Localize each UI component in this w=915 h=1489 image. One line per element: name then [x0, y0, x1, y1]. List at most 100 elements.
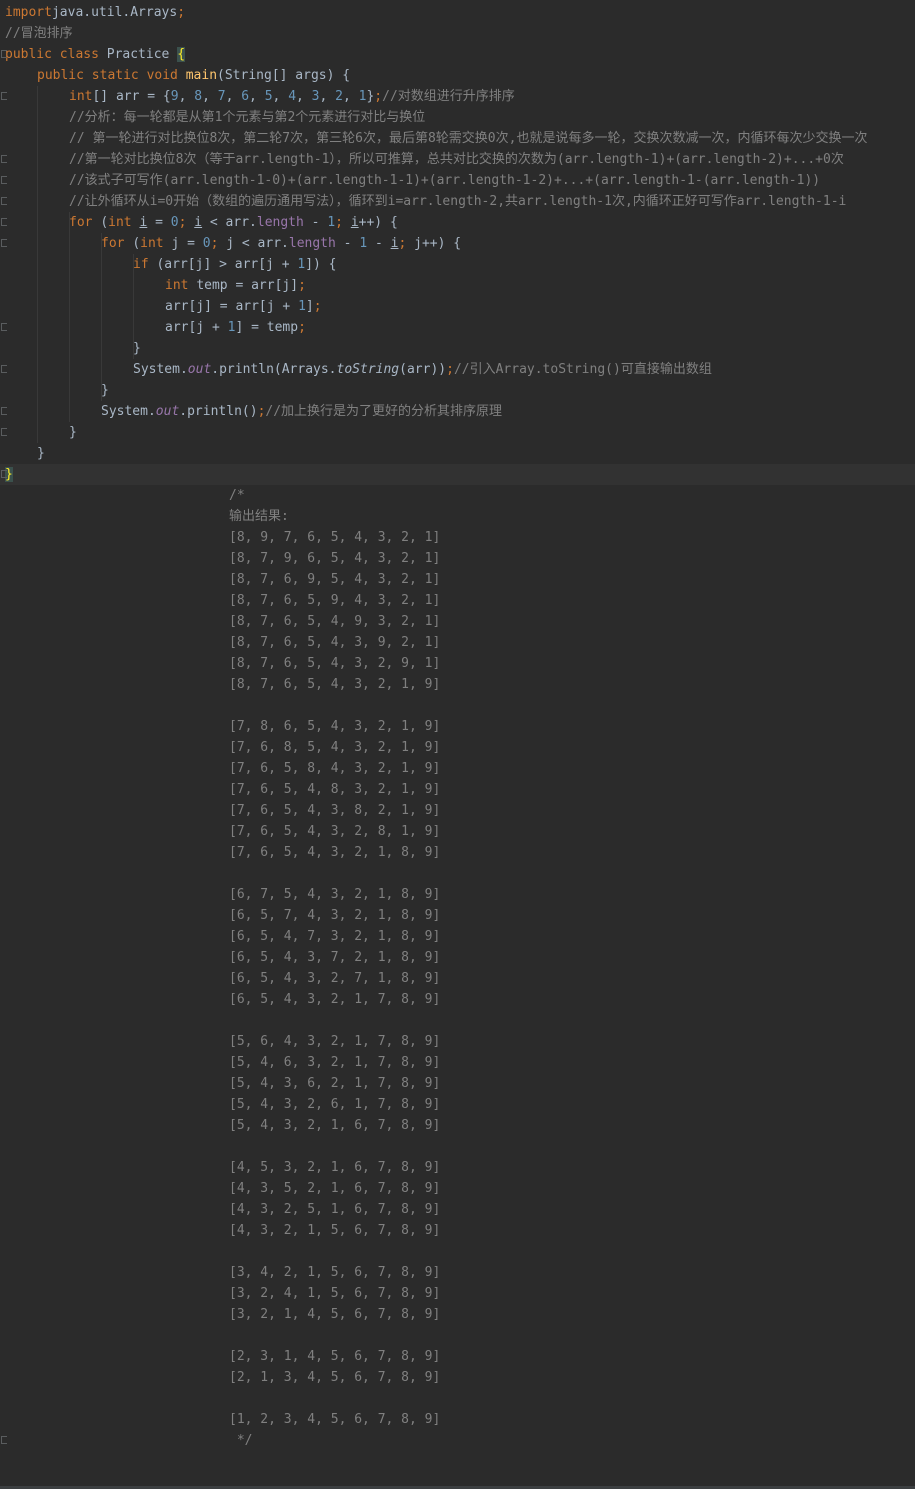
code-line[interactable]: //第一轮对比换位8次（等于arr.length-1），所以可推算，总共对比交换…	[0, 149, 915, 170]
code-line[interactable]: public static void main(String[] args) {	[0, 65, 915, 86]
fold-marker-icon[interactable]	[1, 50, 7, 58]
code-editor[interactable]: importjava.util.Arrays; //冒泡排序 public clas…	[0, 0, 915, 1489]
code-line[interactable]: for (int i = 0; i < arr.length - 1; i++)…	[0, 212, 915, 233]
code-line[interactable]: [8, 7, 9, 6, 5, 4, 3, 2, 1]	[0, 548, 915, 569]
code-line[interactable]: [4, 3, 2, 1, 5, 6, 7, 8, 9]	[0, 1220, 915, 1241]
code-line[interactable]: [5, 4, 3, 2, 6, 1, 7, 8, 9]	[0, 1094, 915, 1115]
code-line[interactable]: [3, 2, 1, 4, 5, 6, 7, 8, 9]	[0, 1304, 915, 1325]
code-line[interactable]: System.out.println();//加上换行是为了更好的分析其排序原理	[0, 401, 915, 422]
code-token: System.	[133, 362, 188, 377]
code-line[interactable]: }	[0, 464, 915, 485]
code-line[interactable]: [5, 4, 3, 2, 1, 6, 7, 8, 9]	[0, 1115, 915, 1136]
code-line[interactable]: [6, 5, 4, 3, 2, 1, 7, 8, 9]	[0, 989, 915, 1010]
output-row: [6, 5, 7, 4, 3, 2, 1, 8, 9]	[229, 908, 441, 923]
fold-marker-icon[interactable]	[1, 155, 7, 163]
code-line[interactable]: public class Practice {	[0, 44, 915, 65]
code-line[interactable]: // 第一轮进行对比换位8次，第二轮7次，第三轮6次，最后第8轮需交换0次,也就…	[0, 128, 915, 149]
code-line[interactable]: arr[j] = arr[j + 1];	[0, 296, 915, 317]
code-line[interactable]: [2, 1, 3, 4, 5, 6, 7, 8, 9]	[0, 1367, 915, 1388]
code-line[interactable]	[0, 1388, 915, 1409]
code-line[interactable]: 输出结果:	[0, 506, 915, 527]
code-line[interactable]: [7, 6, 5, 4, 8, 3, 2, 1, 9]	[0, 779, 915, 800]
code-line[interactable]: [4, 3, 2, 5, 1, 6, 7, 8, 9]	[0, 1199, 915, 1220]
code-token: {	[177, 47, 186, 62]
code-line[interactable]: [8, 7, 6, 5, 4, 3, 2, 9, 1]	[0, 653, 915, 674]
code-line[interactable]: [6, 5, 7, 4, 3, 2, 1, 8, 9]	[0, 905, 915, 926]
code-line[interactable]: /*	[0, 485, 915, 506]
code-line[interactable]: */	[0, 1430, 915, 1451]
code-line[interactable]: [8, 7, 6, 5, 4, 3, 9, 2, 1]	[0, 632, 915, 653]
code-line[interactable]: [5, 6, 4, 3, 2, 1, 7, 8, 9]	[0, 1031, 915, 1052]
code-line[interactable]: //该式子可写作(arr.length-1-0)+(arr.length-1-1…	[0, 170, 915, 191]
code-token: -	[374, 236, 391, 251]
code-line[interactable]: [2, 3, 1, 4, 5, 6, 7, 8, 9]	[0, 1346, 915, 1367]
code-line[interactable]: int[] arr = {9, 8, 7, 6, 5, 4, 3, 2, 1};…	[0, 86, 915, 107]
code-token: (arr))	[399, 362, 447, 377]
code-line[interactable]: if (arr[j] > arr[j + 1]) {	[0, 254, 915, 275]
output-row: [6, 5, 4, 3, 7, 2, 1, 8, 9]	[229, 950, 441, 965]
fold-marker-icon[interactable]	[1, 239, 7, 247]
fold-marker-icon[interactable]	[1, 92, 7, 100]
code-line[interactable]: }	[0, 380, 915, 401]
code-line[interactable]: System.out.println(Arrays.toString(arr))…	[0, 359, 915, 380]
fold-marker-icon[interactable]	[1, 218, 7, 226]
code-line[interactable]: [6, 7, 5, 4, 3, 2, 1, 8, 9]	[0, 884, 915, 905]
code-line[interactable]: [7, 6, 5, 8, 4, 3, 2, 1, 9]	[0, 758, 915, 779]
code-line[interactable]: }	[0, 422, 915, 443]
code-token: 4	[288, 89, 297, 104]
code-line[interactable]: int temp = arr[j];	[0, 275, 915, 296]
code-line[interactable]: [6, 5, 4, 3, 7, 2, 1, 8, 9]	[0, 947, 915, 968]
code-line[interactable]: [5, 4, 3, 6, 2, 1, 7, 8, 9]	[0, 1073, 915, 1094]
code-line[interactable]	[0, 695, 915, 716]
code-line[interactable]: [8, 7, 6, 5, 4, 3, 2, 1, 9]	[0, 674, 915, 695]
code-line[interactable]: [7, 6, 8, 5, 4, 3, 2, 1, 9]	[0, 737, 915, 758]
code-token: ;	[374, 89, 383, 104]
code-line[interactable]	[0, 1010, 915, 1031]
code-line[interactable]: [8, 7, 6, 5, 9, 4, 3, 2, 1]	[0, 590, 915, 611]
code-token: ,	[249, 89, 265, 104]
code-line[interactable]: }	[0, 338, 915, 359]
code-line[interactable]: [7, 6, 5, 4, 3, 8, 2, 1, 9]	[0, 800, 915, 821]
code-line[interactable]: [6, 5, 4, 7, 3, 2, 1, 8, 9]	[0, 926, 915, 947]
code-line[interactable]	[0, 863, 915, 884]
code-line[interactable]: [7, 8, 6, 5, 4, 3, 2, 1, 9]	[0, 716, 915, 737]
output-row: [8, 7, 6, 5, 4, 3, 2, 1, 9]	[229, 677, 441, 692]
fold-marker-icon[interactable]	[1, 428, 7, 436]
code-line[interactable]: [7, 6, 5, 4, 3, 2, 1, 8, 9]	[0, 842, 915, 863]
code-line[interactable]: [6, 5, 4, 3, 2, 7, 1, 8, 9]	[0, 968, 915, 989]
code-line[interactable]: //让外循环从i=0开始（数组的遍历通用写法），循环到i=arr.length-…	[0, 191, 915, 212]
code-token: ;	[313, 299, 322, 314]
code-line[interactable]: arr[j + 1] = temp;	[0, 317, 915, 338]
code-line[interactable]: }	[0, 443, 915, 464]
code-line[interactable]: [8, 7, 6, 5, 4, 9, 3, 2, 1]	[0, 611, 915, 632]
code-line[interactable]: [8, 7, 6, 9, 5, 4, 3, 2, 1]	[0, 569, 915, 590]
code-line[interactable]: for (int j = 0; j < arr.length - 1 - i; …	[0, 233, 915, 254]
code-line[interactable]	[0, 1325, 915, 1346]
code-line[interactable]: //冒泡排序	[0, 23, 915, 44]
code-line[interactable]	[0, 1241, 915, 1262]
code-line[interactable]: [8, 9, 7, 6, 5, 4, 3, 2, 1]	[0, 527, 915, 548]
fold-marker-icon[interactable]	[1, 365, 7, 373]
fold-marker-icon[interactable]	[1, 470, 7, 478]
code-line[interactable]: [3, 2, 4, 1, 5, 6, 7, 8, 9]	[0, 1283, 915, 1304]
code-line[interactable]: [1, 2, 3, 4, 5, 6, 7, 8, 9]	[0, 1409, 915, 1430]
fold-marker-icon[interactable]	[1, 176, 7, 184]
output-row: [7, 6, 5, 4, 3, 8, 2, 1, 9]	[229, 803, 441, 818]
fold-marker-icon[interactable]	[1, 197, 7, 205]
fold-marker-icon[interactable]	[1, 407, 7, 415]
code-line[interactable]: [7, 6, 5, 4, 3, 2, 8, 1, 9]	[0, 821, 915, 842]
code-line[interactable]: [4, 3, 5, 2, 1, 6, 7, 8, 9]	[0, 1178, 915, 1199]
code-line[interactable]: [3, 4, 2, 1, 5, 6, 7, 8, 9]	[0, 1262, 915, 1283]
code-token: (arr[j] > arr[j +	[156, 257, 298, 272]
code-token: }	[69, 425, 77, 440]
output-row: [4, 3, 2, 1, 5, 6, 7, 8, 9]	[229, 1223, 441, 1238]
code-text: }	[37, 443, 45, 464]
output-row: [5, 6, 4, 3, 2, 1, 7, 8, 9]	[229, 1034, 441, 1049]
code-line[interactable]	[0, 1136, 915, 1157]
code-line[interactable]: //分析：每一轮都是从第1个元素与第2个元素进行对比与换位	[0, 107, 915, 128]
code-line[interactable]: [4, 5, 3, 2, 1, 6, 7, 8, 9]	[0, 1157, 915, 1178]
code-line[interactable]: importjava.util.Arrays;	[0, 2, 915, 23]
fold-marker-icon[interactable]	[1, 323, 7, 331]
fold-marker-icon[interactable]	[1, 1436, 7, 1444]
code-line[interactable]: [5, 4, 6, 3, 2, 1, 7, 8, 9]	[0, 1052, 915, 1073]
